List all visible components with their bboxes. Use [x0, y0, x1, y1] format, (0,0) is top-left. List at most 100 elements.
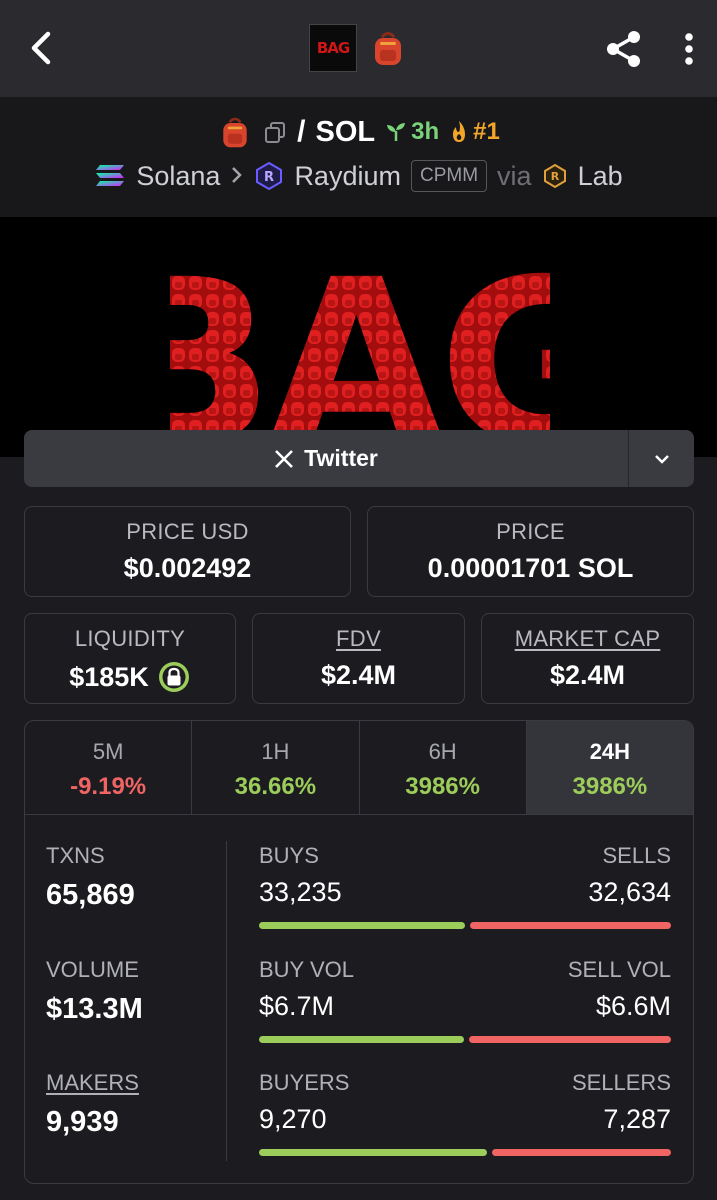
sells-label: SELLS — [602, 843, 672, 868]
pair-separator: / — [297, 115, 306, 148]
txns-stat: TXNS 65,869 — [46, 843, 135, 912]
volume-label: VOLUME — [46, 957, 139, 982]
dex-name[interactable]: Raydium — [294, 161, 401, 192]
lock-icon[interactable] — [157, 660, 191, 694]
tab-change: 3986% — [572, 773, 648, 800]
liquidity-card: LIQUIDITY $185K — [24, 613, 236, 704]
price-usd-value: $0.002492 — [123, 553, 252, 583]
lab-icon: R — [543, 163, 566, 189]
tab-change: -9.19% — [70, 773, 147, 800]
sells-bar — [470, 922, 671, 929]
pair-age-text: 3h — [411, 118, 440, 145]
copy-icon[interactable] — [263, 120, 287, 144]
buys-bar — [259, 922, 465, 929]
tab-label: 1H — [261, 739, 290, 764]
volume-value: $13.3M — [46, 993, 143, 1025]
buy-vol-value: $6.7M — [259, 991, 335, 1021]
stats-panel: 5M -9.19% 1H 36.66% 6H 3986% 24H 3986% T… — [24, 720, 694, 1184]
sell-vol-bar — [469, 1036, 671, 1043]
twitter-label: Twitter — [304, 445, 378, 471]
sell-vol-value: $6.6M — [595, 991, 671, 1021]
sellers-value: 7,287 — [603, 1104, 671, 1134]
fdv-card[interactable]: FDV $2.4M — [252, 613, 465, 704]
market-cap-value: $2.4M — [549, 660, 626, 690]
price-usd-card: PRICE USD $0.002492 — [24, 506, 351, 597]
backpack-icon — [223, 117, 247, 148]
svg-text:R: R — [264, 170, 274, 185]
volume-split-stat: BUY VOL SELL VOL $6.7M $6.6M — [259, 957, 671, 1044]
buyers-label: BUYERS — [259, 1070, 350, 1095]
tab-label: 5M — [92, 739, 124, 764]
sells-value: 32,634 — [588, 877, 671, 907]
price-native-value: 0.00001701 SOL — [427, 553, 634, 583]
token-banner: BAG — [0, 217, 717, 457]
tab-24h[interactable]: 24H 3986% — [526, 721, 693, 814]
buys-sells-ratio-bar — [259, 922, 671, 930]
raydium-icon: R — [256, 161, 283, 191]
socials-bar: Twitter — [24, 430, 694, 487]
price-native-label: PRICE — [496, 519, 565, 544]
stats-divider — [226, 841, 227, 1161]
market-cap-label: MARKET CAP — [514, 626, 661, 651]
buy-vol-label: BUY VOL — [259, 957, 354, 982]
x-logo-icon — [275, 449, 294, 468]
volume-ratio-bar — [259, 1036, 671, 1044]
sell-vol-label: SELL VOL — [567, 957, 671, 982]
timeframe-tabs: 5M -9.19% 1H 36.66% 6H 3986% 24H 3986% — [25, 721, 693, 815]
fdv-value: $2.4M — [320, 660, 397, 690]
price-usd-label: PRICE USD — [126, 519, 249, 544]
pair-age: 3h — [385, 118, 439, 146]
buyers-sellers-stat: BUYERS SELLERS 9,270 7,287 — [259, 1070, 671, 1157]
buys-sells-stat: BUYS SELLS 33,235 32,634 — [259, 843, 671, 930]
volume-stat: VOLUME $13.3M — [46, 957, 143, 1026]
tab-6h[interactable]: 6H 3986% — [360, 721, 527, 814]
tab-5m[interactable]: 5M -9.19% — [25, 721, 193, 814]
trending-rank-text: #1 — [473, 118, 500, 145]
buys-value: 33,235 — [259, 877, 342, 907]
svg-text:R: R — [550, 170, 559, 183]
share-icon[interactable] — [603, 28, 645, 70]
trending-rank[interactable]: #1 — [449, 118, 500, 146]
pair-title-row: / SOL 3h #1 — [0, 112, 717, 152]
buyers-bar — [259, 1149, 487, 1156]
chevron-down-icon — [654, 454, 669, 464]
market-cap-card[interactable]: MARKET CAP $2.4M — [481, 613, 694, 704]
pair-meta-row: Solana R Raydium CPMM via R Lab — [0, 156, 717, 196]
flame-icon — [453, 121, 466, 142]
liquidity-value: $185K — [69, 661, 149, 692]
buys-label: BUYS — [259, 843, 319, 868]
buyers-value: 9,270 — [259, 1104, 327, 1134]
makers-label: MAKERS — [46, 1070, 139, 1095]
banner-image: BAG — [170, 237, 550, 449]
makers-value: 9,939 — [46, 1106, 119, 1138]
tab-label: 24H — [589, 739, 631, 764]
buyers-ratio-bar — [259, 1149, 671, 1157]
more-options-icon[interactable] — [676, 30, 702, 70]
stats-body: TXNS 65,869 VOLUME $13.3M MAKERS 9,939 B… — [25, 815, 693, 1183]
chevron-right-icon — [230, 161, 244, 192]
tab-change: 36.66% — [234, 773, 317, 800]
banner-text: BAG — [170, 237, 550, 449]
chain-name[interactable]: Solana — [136, 161, 220, 192]
tab-label: 6H — [428, 739, 457, 764]
socials-dropdown-button[interactable] — [628, 430, 694, 487]
makers-stat[interactable]: MAKERS 9,939 — [46, 1070, 139, 1139]
sellers-bar — [492, 1149, 671, 1156]
liquidity-label: LIQUIDITY — [74, 626, 186, 651]
seedling-icon — [387, 123, 406, 141]
backpack-icon — [368, 28, 408, 68]
tab-change: 3986% — [405, 773, 480, 800]
fdv-label: FDV — [336, 626, 381, 651]
price-native-card: PRICE 0.00001701 SOL — [367, 506, 694, 597]
token-logo: BAG — [309, 24, 357, 72]
quote-token: SOL — [315, 115, 376, 148]
via-name[interactable]: Lab — [578, 161, 623, 192]
sellers-label: SELLERS — [571, 1070, 671, 1095]
txns-label: TXNS — [46, 843, 105, 868]
solana-icon — [96, 165, 125, 186]
buy-vol-bar — [259, 1036, 464, 1043]
twitter-button[interactable]: Twitter — [24, 430, 628, 487]
top-app-bar: BAG — [0, 0, 717, 97]
tab-1h[interactable]: 1H 36.66% — [192, 721, 360, 814]
back-arrow-icon[interactable] — [22, 28, 62, 68]
